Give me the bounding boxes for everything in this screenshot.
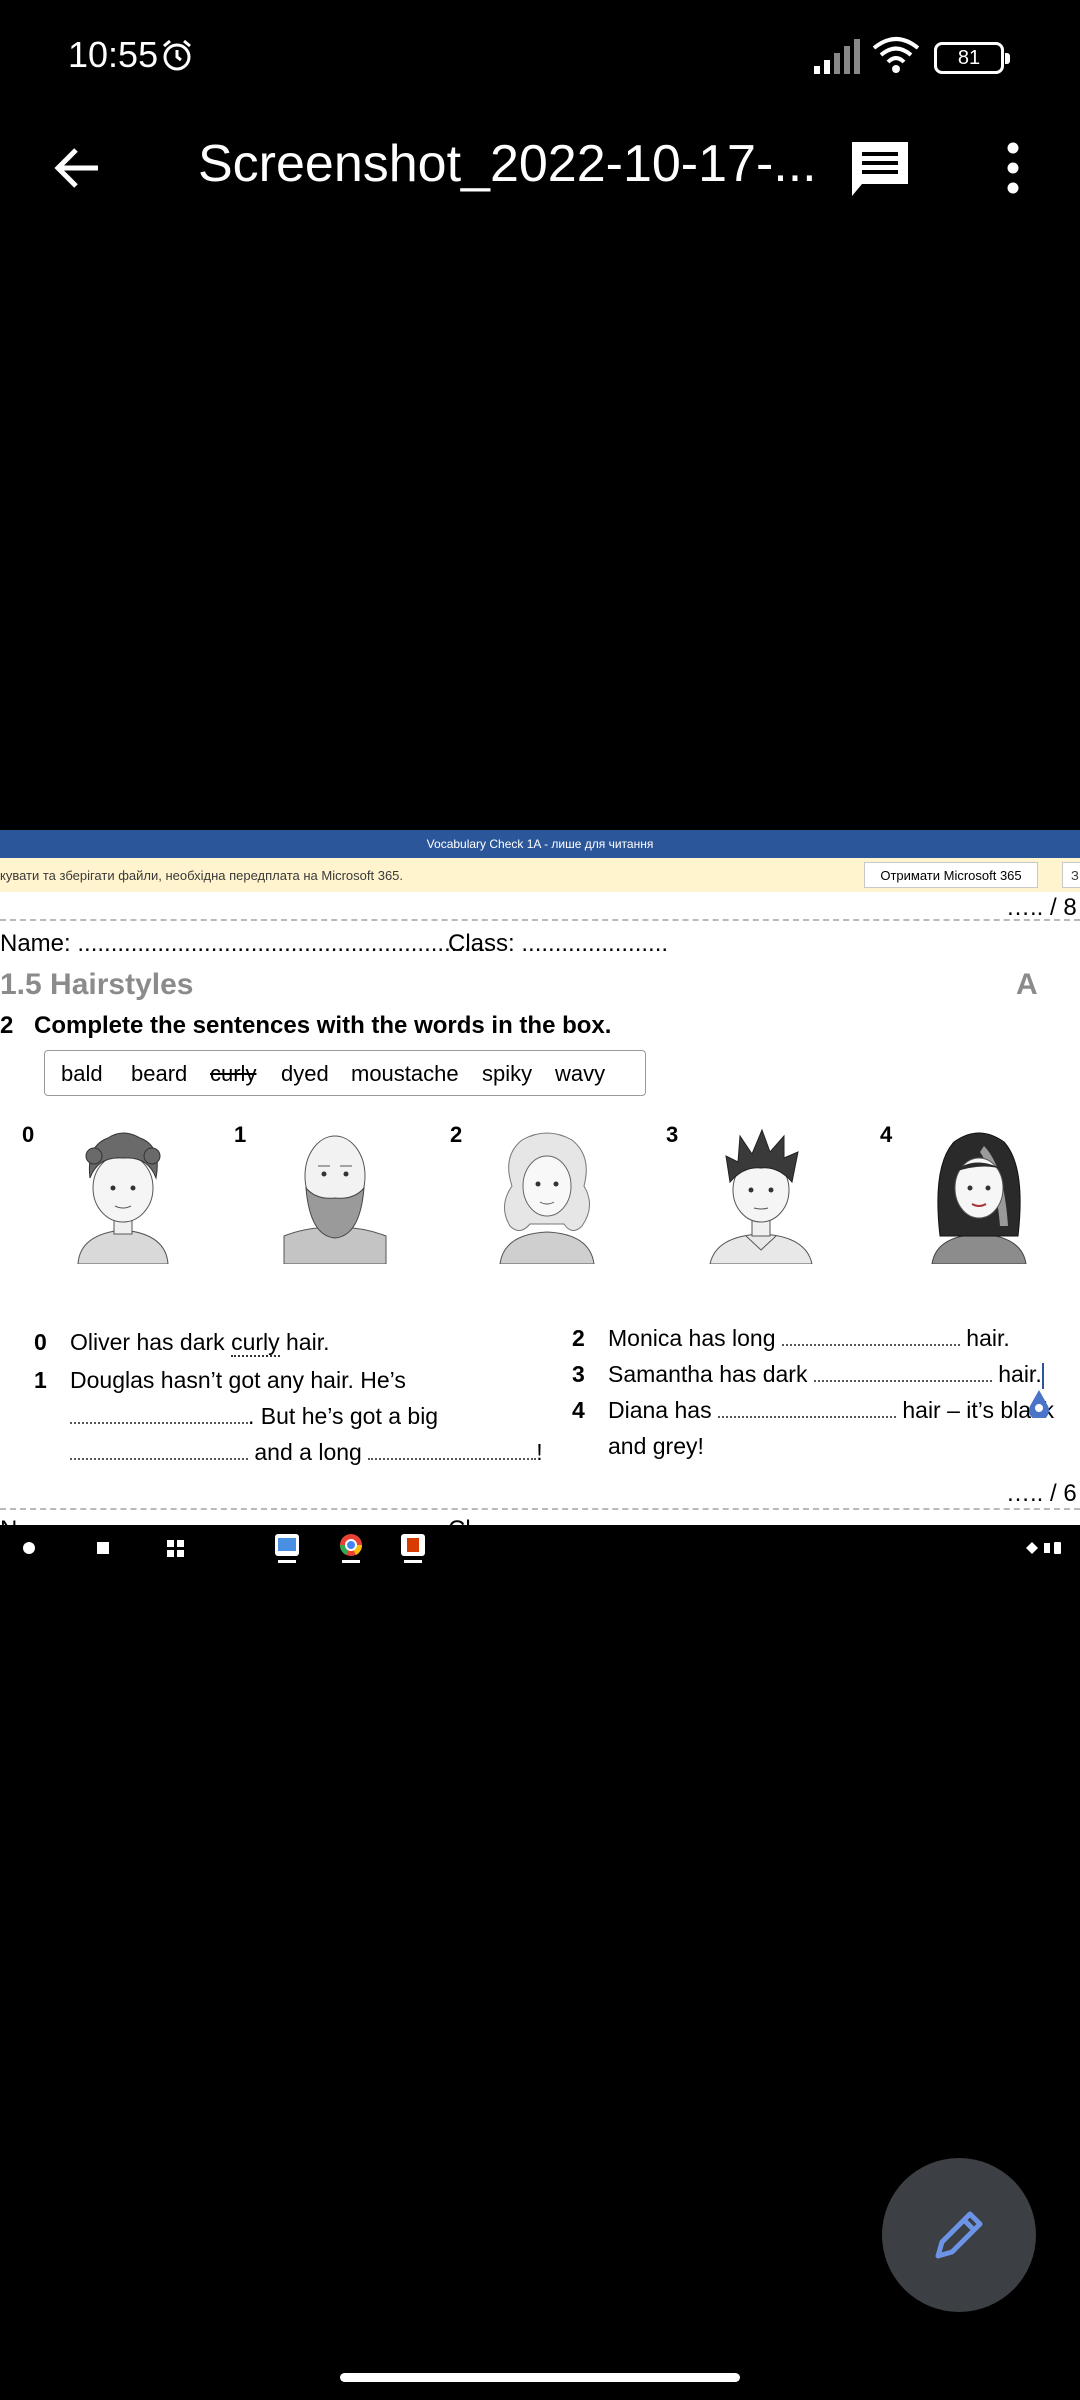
answer-blank[interactable] (70, 1402, 248, 1424)
sentence-2: 2 Monica has long hair. (572, 1320, 1010, 1356)
clock: 10:55 (68, 34, 159, 75)
picture-number: 4 (880, 1122, 893, 1147)
sentence-1-line-3: and a long ! (70, 1434, 543, 1470)
level-label: A (1016, 968, 1038, 1001)
name-field: Name: ..................................… (0, 930, 491, 958)
answer-blank[interactable] (781, 1324, 960, 1346)
nav-home-dot-icon (23, 1542, 35, 1554)
subscription-banner: кувати та зберігати файли, необхідна пер… (0, 858, 1080, 892)
word-dyed: dyed (281, 1061, 329, 1086)
sentence-number: 3 (572, 1361, 585, 1387)
exercise-instruction: Complete the sentences with the words in… (34, 1012, 612, 1039)
portrait-dyed-hair-girl (931, 1132, 1027, 1264)
sentence-number: 1 (34, 1367, 47, 1393)
cut-line (0, 1508, 1080, 1510)
answer-blank[interactable] (70, 1438, 248, 1460)
word-title-bar: Vocabulary Check 1A - лише для читання (0, 830, 1080, 858)
sentence-number: 2 (572, 1325, 585, 1351)
answer-blank[interactable] (717, 1396, 896, 1418)
portrait-bald-bearded-man (283, 1135, 387, 1264)
nav-apps-icon (167, 1540, 184, 1557)
top-score: ….. / 8 (1006, 894, 1077, 921)
sentence-text: ! (536, 1439, 543, 1465)
word-curly: curly (210, 1061, 257, 1086)
captured-status-icons (1026, 1542, 1061, 1554)
sentence-1: 1 Douglas hasn’t got any hair. He’s (34, 1362, 406, 1398)
text-cursor (1041, 1362, 1044, 1389)
chrome-app-icon (339, 1534, 363, 1563)
sentence-4-line-2: and grey! (608, 1428, 704, 1464)
class-dots: ...................... (521, 930, 669, 957)
gallery-app-icon (275, 1534, 299, 1563)
word-bald: bald (61, 1061, 103, 1086)
gesture-home-bar[interactable] (340, 2373, 740, 2382)
sentence-text: Samantha has dark (608, 1361, 814, 1387)
picture-number: 2 (450, 1122, 463, 1147)
more-options-icon[interactable] (996, 138, 1030, 198)
portrait-curly-boy (77, 1132, 169, 1264)
name-dots: ........................................… (77, 930, 491, 957)
word-beard: beard (131, 1061, 188, 1086)
picture-number: 3 (666, 1122, 679, 1147)
exercise-number: 2 (0, 1012, 14, 1039)
nav-recents-icon (97, 1542, 109, 1554)
answer-blank[interactable] (368, 1438, 537, 1460)
banner-extra-button[interactable]: З (1062, 862, 1080, 888)
signal-icon (814, 39, 860, 74)
portrait-wavy-hair-girl (499, 1132, 595, 1264)
next-class-label: Cl (448, 1516, 471, 1525)
word-moustache: moustache (351, 1061, 459, 1086)
sentence-4: 4 Diana has hair – it’s black (572, 1392, 1054, 1428)
alarm-icon (163, 39, 191, 71)
sentence-3: 3 Samantha has dark hair. (572, 1356, 1044, 1392)
captured-nav-bar (0, 1525, 1080, 1573)
sentence-1-line-2: . But he’s got a big (70, 1398, 438, 1434)
sentence-text: . But he’s got a big (248, 1403, 439, 1429)
class-field: Class: ...................... (448, 930, 668, 958)
wifi-icon (872, 37, 920, 73)
bottom-score: ….. / 6 (1006, 1480, 1077, 1507)
cut-line (0, 919, 1080, 921)
picture-number: 0 (22, 1122, 35, 1147)
word-wavy: wavy (555, 1061, 606, 1086)
class-label: Class: (448, 930, 515, 957)
sentence-text: hair. (991, 1361, 1042, 1387)
edit-fab-button[interactable] (882, 2158, 1036, 2312)
sentence-text: hair. (959, 1325, 1010, 1351)
sentence-text: Monica has long (608, 1325, 782, 1351)
word-spiky: spiky (482, 1061, 533, 1086)
pencil-icon (935, 2211, 983, 2259)
section-heading: 1.5 Hairstyles (0, 968, 194, 1001)
sentence-text: and a long (248, 1439, 369, 1465)
battery-level: 81 (957, 47, 981, 69)
status-bar: 10:55 81 (0, 0, 1080, 115)
example-answer: curly (231, 1329, 280, 1357)
sentence-text: Diana has (608, 1397, 718, 1423)
back-arrow-icon[interactable] (48, 138, 108, 198)
office-app-icon (401, 1534, 425, 1563)
sentence-text: Oliver has dark (70, 1329, 232, 1355)
next-name-label: N (0, 1516, 17, 1525)
word-box: bald beard curly dyed moustache spiky wa… (44, 1050, 646, 1096)
name-label: Name: (0, 930, 71, 957)
answer-blank[interactable] (813, 1360, 992, 1382)
sentence-number: 4 (572, 1397, 585, 1423)
sentence-0: 0 Oliver has dark curly hair. (34, 1324, 330, 1360)
selection-handle-icon[interactable] (1028, 1390, 1050, 1418)
sentence-text: and grey! (608, 1433, 704, 1459)
file-title: Screenshot_2022-10-17-... (198, 135, 817, 193)
sentence-number: 0 (34, 1329, 47, 1355)
sentence-text: Douglas hasn’t got any hair. He’s (70, 1367, 406, 1393)
comment-icon[interactable] (848, 138, 912, 200)
document-image: Vocabulary Check 1A - лише для читання к… (0, 830, 1080, 1525)
battery-icon: 81 (934, 42, 1010, 74)
get-microsoft-365-button[interactable]: Отримати Microsoft 365 (864, 862, 1038, 888)
banner-message: кувати та зберігати файли, необхідна пер… (0, 868, 404, 883)
sentence-text: hair. (279, 1329, 330, 1355)
picture-number: 1 (234, 1122, 247, 1147)
portrait-spiky-hair-boy (709, 1128, 813, 1264)
